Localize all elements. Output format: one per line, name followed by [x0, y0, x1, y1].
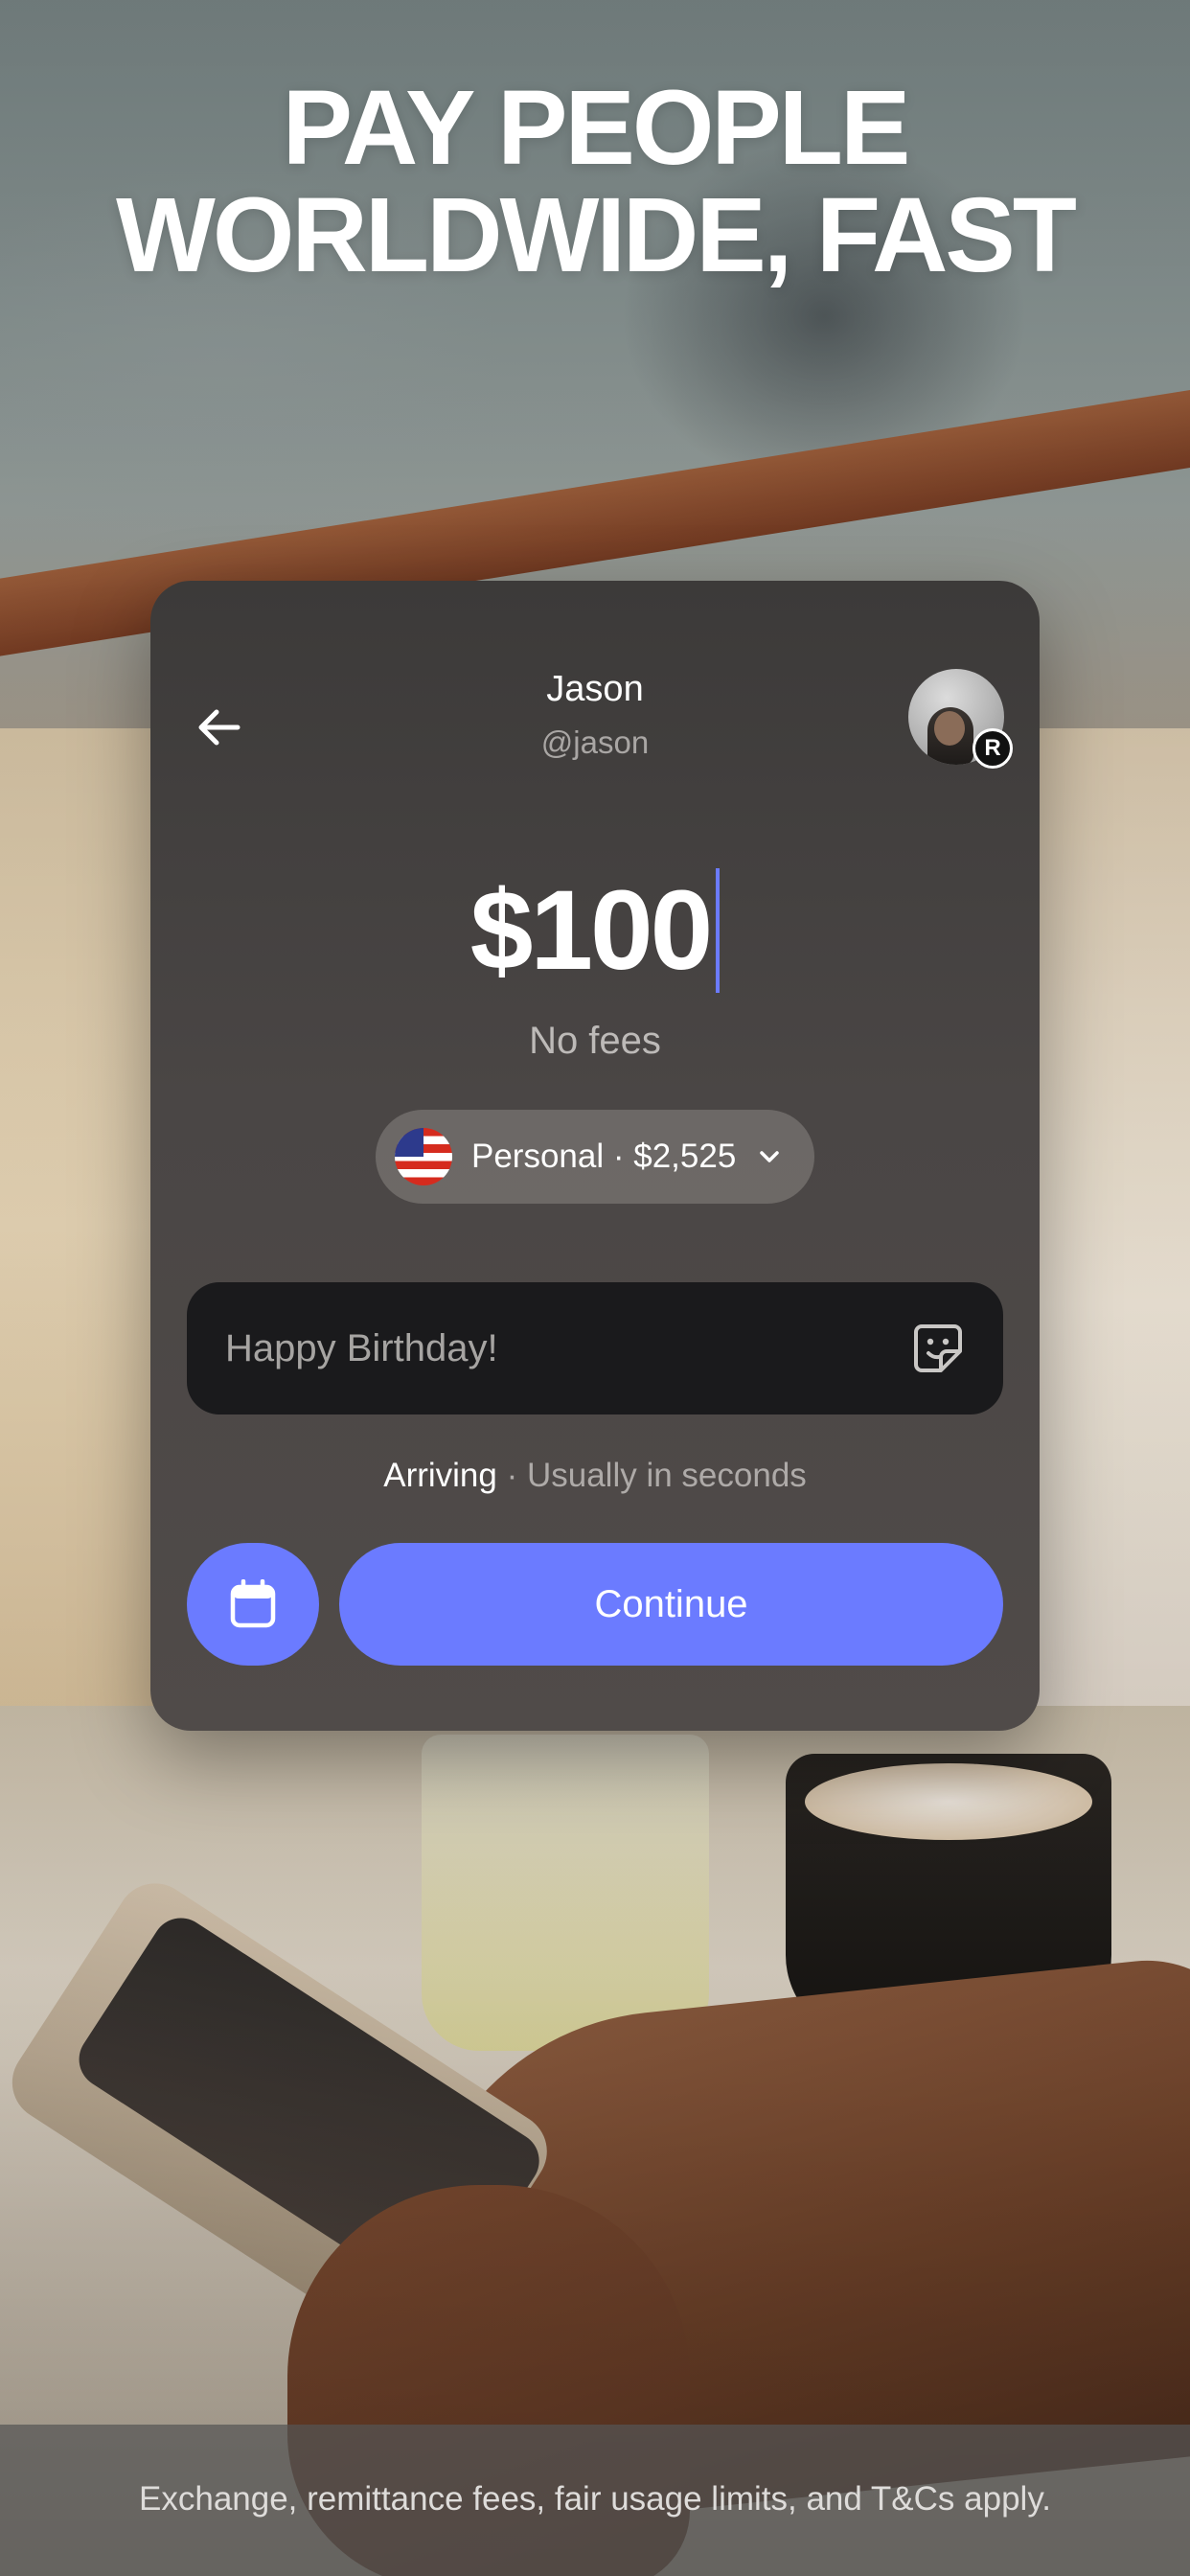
chevron-down-icon	[755, 1142, 784, 1171]
arrival-label: Arriving	[383, 1457, 497, 1494]
sticker-button[interactable]	[911, 1322, 965, 1375]
arrival-separator: ·	[496, 1457, 527, 1494]
account-label: Personal · $2,525	[471, 1138, 737, 1175]
continue-button[interactable]: Continue	[339, 1543, 1003, 1666]
revolut-badge-icon: R	[973, 728, 1013, 769]
payment-card: Jason @jason R $100 No fees Personal · $…	[150, 581, 1040, 1731]
note-field[interactable]: Happy Birthday!	[187, 1282, 1003, 1414]
note-placeholder: Happy Birthday!	[225, 1326, 498, 1369]
calendar-icon	[230, 1579, 276, 1628]
arrival-info: Arriving · Usually in seconds	[150, 1457, 1040, 1495]
headline-line-1: PAY PEOPLE	[282, 69, 911, 187]
text-caret	[716, 868, 721, 993]
headline-line-2: WORLDWIDE, FAST	[116, 176, 1077, 294]
recipient-handle: @jason	[540, 724, 650, 760]
disclaimer-text: Exchange, remittance fees, fair usage li…	[139, 2480, 1051, 2518]
arrival-detail: Usually in seconds	[526, 1457, 807, 1494]
amount-value: $100	[469, 867, 714, 994]
us-flag-canton	[395, 1128, 423, 1157]
recipient-name: Jason	[546, 669, 644, 709]
schedule-button[interactable]	[187, 1543, 319, 1666]
headline: PAY PEOPLE WORLDWIDE, FAST	[0, 75, 1190, 289]
amount-input[interactable]: $100	[150, 868, 1040, 993]
sticker-icon	[914, 1324, 962, 1372]
us-flag-icon	[395, 1128, 452, 1185]
avatar-face	[934, 711, 965, 746]
account-selector[interactable]: Personal · $2,525	[376, 1110, 814, 1204]
fees-label: No fees	[529, 1020, 661, 1062]
